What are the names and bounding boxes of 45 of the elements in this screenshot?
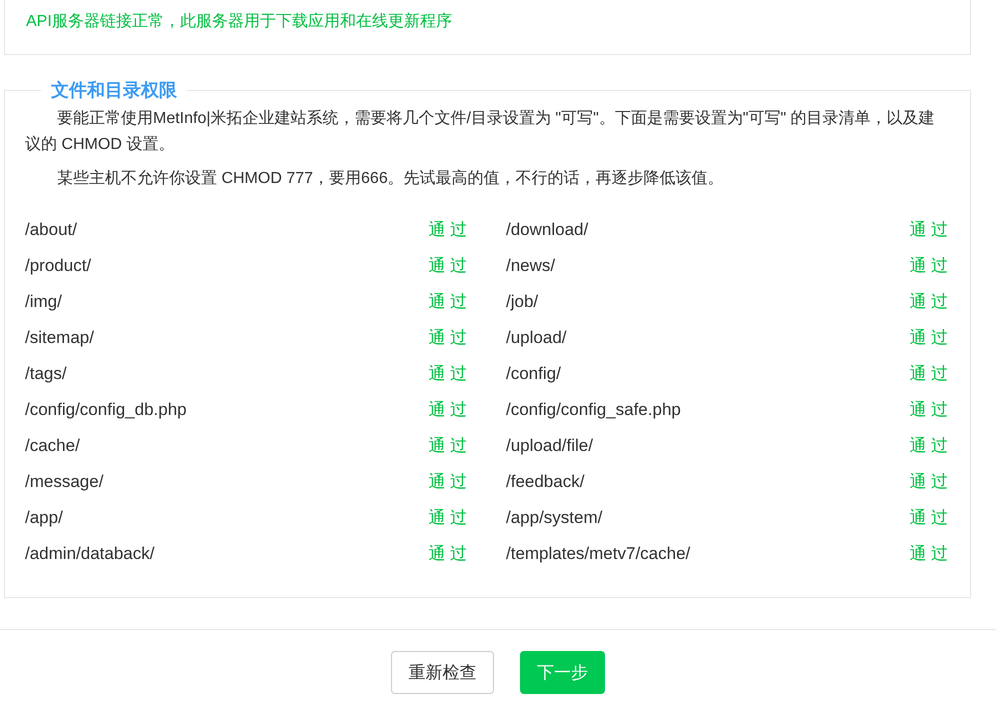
directory-path: /sitemap/ bbox=[25, 327, 94, 350]
directory-path: /config/config_db.php bbox=[25, 399, 187, 422]
directory-path: /app/ bbox=[25, 507, 63, 530]
check-status: 通 过 bbox=[909, 291, 948, 314]
check-status: 通 过 bbox=[428, 435, 467, 458]
section-title: 文件和目录权限 bbox=[51, 80, 177, 100]
directory-path: /app/system/ bbox=[506, 507, 602, 530]
check-status: 通 过 bbox=[909, 327, 948, 350]
check-status: 通 过 bbox=[909, 435, 948, 458]
directory-path: /about/ bbox=[25, 219, 77, 242]
check-status: 通 过 bbox=[428, 219, 467, 242]
check-status: 通 过 bbox=[909, 363, 948, 386]
directory-path: /cache/ bbox=[25, 435, 80, 458]
directory-path: /message/ bbox=[25, 471, 104, 494]
check-status: 通 过 bbox=[428, 471, 467, 494]
description-paragraph: 某些主机不允许你设置 CHMOD 777，要用666。先试最高的值，不行的话，再逐步降低该值。 bbox=[56, 168, 725, 189]
check-status: 通 过 bbox=[909, 543, 948, 566]
check-status: 通 过 bbox=[428, 543, 467, 566]
directory-path: /tags/ bbox=[25, 363, 67, 386]
check-status: 通 过 bbox=[428, 507, 467, 530]
description-paragraph: 要能正常使用MetInfo|米拓企业建站系统，需要将几个文件/目录设置为 "可写"。下面是需要设置为"可写" 的目录清单，以及建议的 CHMOD 设置。 bbox=[25, 108, 936, 155]
directory-path: /download/ bbox=[506, 219, 588, 242]
directory-path: /product/ bbox=[25, 255, 92, 278]
check-status: 通 过 bbox=[428, 363, 467, 386]
directory-path: /upload/ bbox=[506, 327, 566, 350]
check-status: 通 过 bbox=[428, 255, 467, 278]
check-status: 通 过 bbox=[909, 255, 948, 278]
check-status: 通 过 bbox=[428, 291, 467, 314]
check-status: 通 过 bbox=[428, 399, 467, 422]
directory-path: /img/ bbox=[25, 291, 62, 314]
directory-path: /job/ bbox=[506, 291, 538, 314]
check-status: 通 过 bbox=[909, 507, 948, 530]
directory-path: /admin/databack/ bbox=[25, 543, 154, 566]
directory-path: /config/ bbox=[506, 363, 561, 386]
directory-path: /upload/file/ bbox=[506, 435, 593, 458]
check-status: 通 过 bbox=[909, 399, 948, 422]
recheck-button[interactable]: 重新检查 bbox=[391, 651, 494, 694]
check-status: 通 过 bbox=[909, 219, 948, 242]
directory-path: /config/config_safe.php bbox=[506, 399, 681, 422]
directory-path: /feedback/ bbox=[506, 471, 584, 494]
api-status-message: API服务器链接正常，此服务器用于下载应用和在线更新程序 bbox=[26, 13, 452, 30]
directory-path: /templates/metv7/cache/ bbox=[506, 543, 690, 566]
check-status: 通 过 bbox=[909, 471, 948, 494]
directory-path: /news/ bbox=[506, 255, 556, 278]
check-status: 通 过 bbox=[428, 327, 467, 350]
